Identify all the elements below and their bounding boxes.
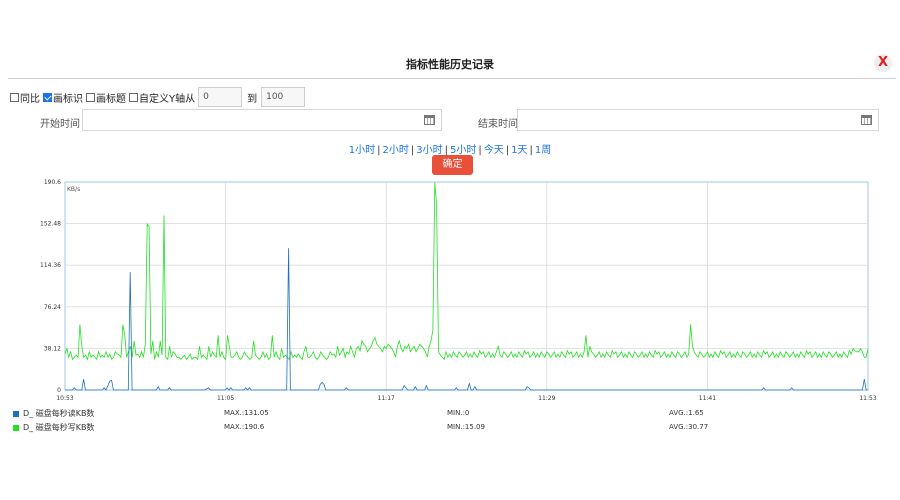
- x-tick-labels: 10:53 11:05 11:17 11:29 11:41 11:53: [56, 395, 876, 402]
- legend-item-read: D_ 磁盘每秒读KB数: [13, 408, 94, 419]
- x-tick-label: 11:05: [217, 395, 234, 402]
- legend-swatch-write: [13, 424, 19, 431]
- legend-swatch-read: [13, 410, 19, 417]
- x-tick-label: 11:17: [378, 395, 395, 402]
- x-tick-label: 11:29: [538, 395, 555, 402]
- legend-label-read: D_ 磁盘每秒读KB数: [23, 409, 95, 418]
- x-tick-label: 10:53: [56, 395, 73, 402]
- stat-avg-read: AVG.:1.65: [669, 409, 704, 417]
- legend-item-write: D_ 磁盘每秒写KB数: [13, 422, 94, 433]
- stat-avg-write: AVG.:30.77: [669, 423, 709, 431]
- y-tick-label: 76.24: [44, 304, 61, 311]
- stat-max-read: MAX.:131.05: [224, 409, 269, 417]
- x-tick-label: 11:53: [859, 395, 876, 402]
- y-tick-label: 38.12: [44, 345, 61, 352]
- x-tick-label: 11:41: [699, 395, 716, 402]
- plot-area: [64, 181, 869, 391]
- y-tick-labels: 0 38.12 76.24 114.36 152.48 190.6: [40, 179, 61, 394]
- y-tick-label: 152.48: [40, 221, 61, 228]
- unit-label: KB/s: [67, 186, 80, 193]
- stat-min-read: MIN.:0: [447, 409, 470, 417]
- y-tick-label: 114.36: [40, 262, 61, 269]
- y-tick-label: 190.6: [44, 179, 61, 186]
- stat-min-write: MIN.:15.09: [447, 423, 485, 431]
- stat-max-write: MAX.:190.6: [224, 423, 265, 431]
- legend-label-write: D_ 磁盘每秒写KB数: [23, 423, 95, 432]
- y-tick-label: 0: [57, 387, 61, 394]
